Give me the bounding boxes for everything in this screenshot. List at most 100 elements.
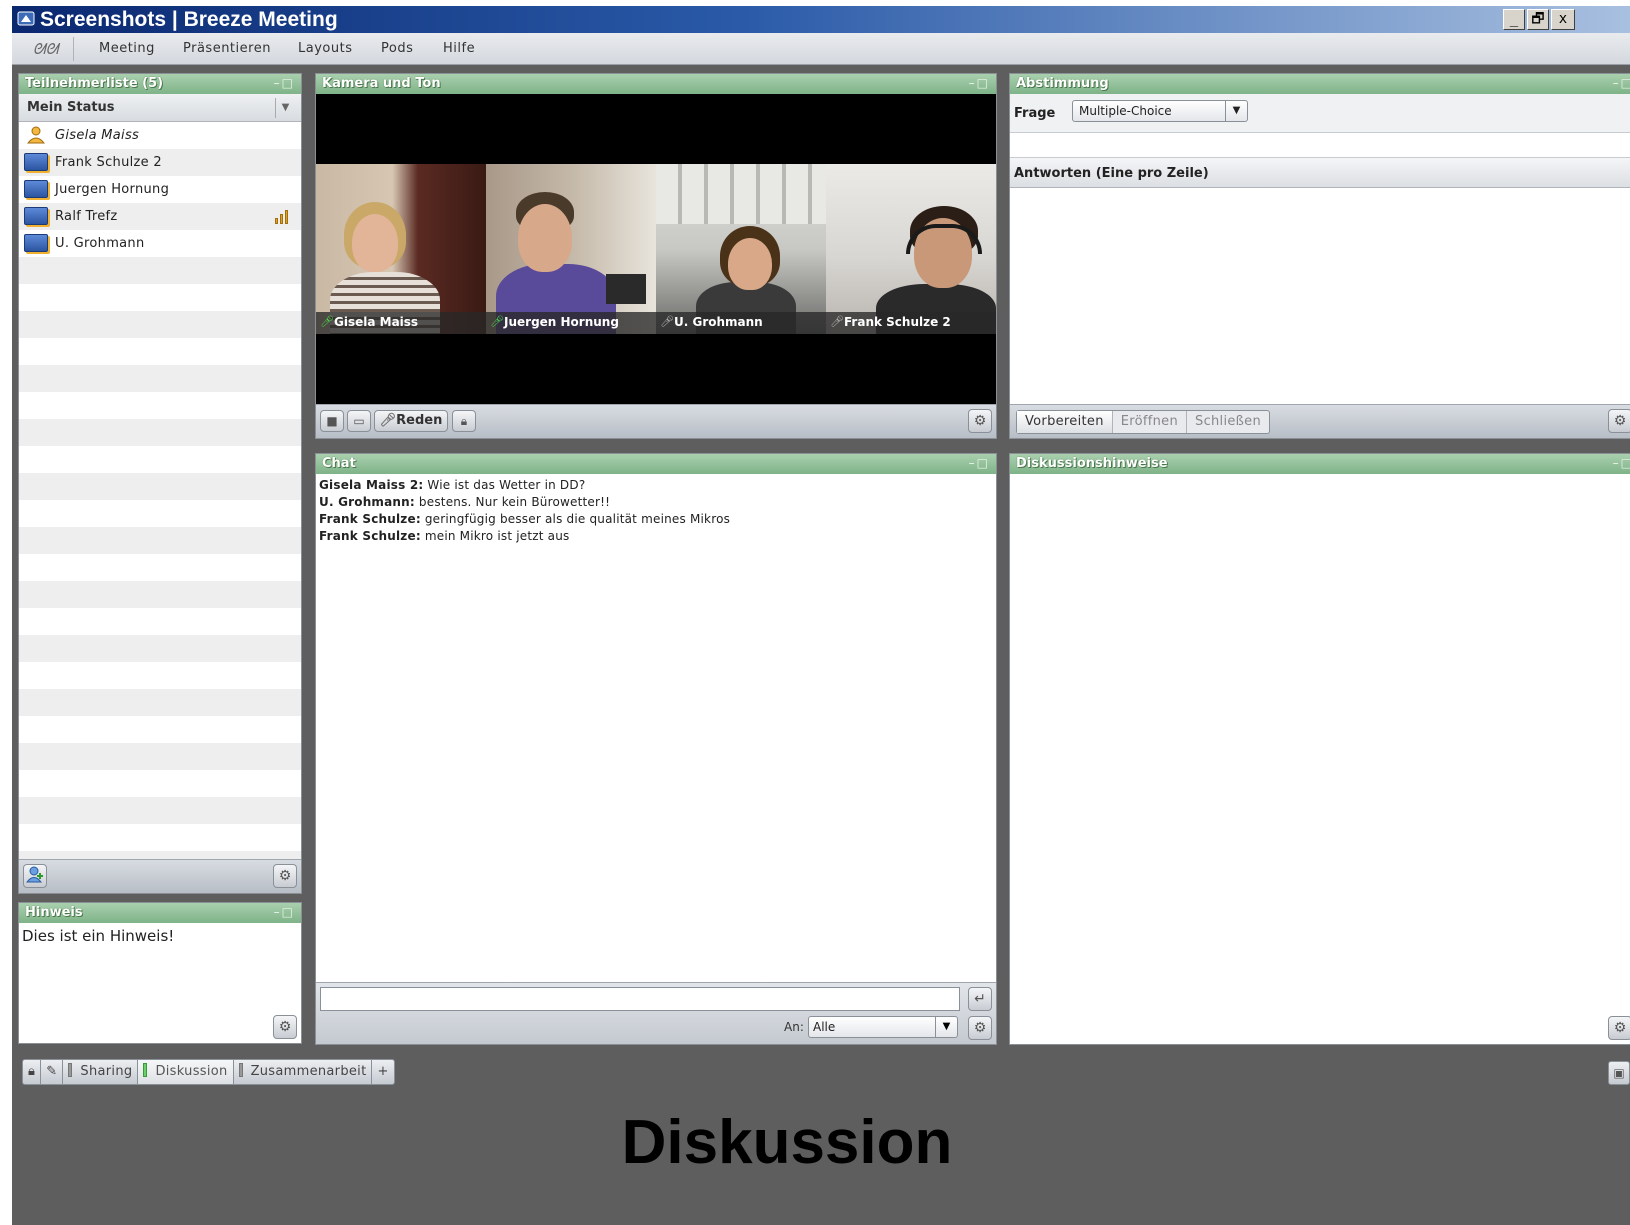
video-caption: 🎤︎ Frank Schulze 2 [826, 312, 996, 334]
menu-praesentieren[interactable]: Präsentieren [183, 41, 271, 56]
recipient-label: An: [784, 1020, 804, 1034]
video-name: Juergen Hornung [504, 315, 619, 329]
gear-icon[interactable]: ⚙ [1608, 1016, 1630, 1040]
pod-window-controls[interactable]: –□ [969, 76, 990, 90]
send-icon[interactable]: ↵ [968, 987, 992, 1011]
pod-title: Hinweis [25, 905, 83, 920]
tab-open[interactable]: Eröffnen [1113, 411, 1188, 433]
my-status-dropdown[interactable]: Mein Status ▼ [19, 94, 301, 122]
menu-pods[interactable]: Pods [381, 41, 413, 56]
question-input[interactable] [1010, 132, 1630, 158]
pod-window-controls[interactable]: –□ [1613, 456, 1630, 470]
lock-icon[interactable]: 🔒︎ [23, 1060, 42, 1084]
tab-diskussion[interactable]: Diskussion [138, 1060, 234, 1084]
camera-icon[interactable]: ▭ [347, 410, 371, 432]
video-tile[interactable]: 🎤︎ Juergen Hornung [486, 164, 656, 334]
chat-input[interactable] [320, 987, 960, 1011]
menu-meeting[interactable]: Meeting [99, 41, 155, 56]
video-caption: 🎤︎ U. Grohmann [656, 312, 826, 334]
gear-icon[interactable]: ⚙ [273, 864, 297, 888]
chevron-down-icon[interactable]: ▼ [275, 98, 295, 118]
pod-title: Teilnehmerliste (5) [25, 76, 164, 91]
answers-header: Antworten (Eine pro Zeile) [1010, 158, 1630, 188]
pod-window-controls[interactable]: –□ [274, 76, 295, 90]
layout-tabs: 🔒︎ ✎ Sharing Diskussion Zusammenarbeit + [22, 1059, 395, 1085]
question-type-select[interactable]: Multiple-Choice ▼ [1072, 100, 1248, 122]
stop-icon[interactable]: ■ [320, 410, 344, 432]
close-button[interactable]: x [1551, 9, 1575, 30]
chat-message: Frank Schulze: geringfügig besser als di… [319, 512, 731, 526]
gear-icon[interactable]: ⚙ [968, 409, 992, 433]
chevron-down-icon[interactable]: ▼ [935, 1017, 957, 1037]
add-user-icon[interactable] [23, 864, 47, 888]
poll-question-row: Frage Multiple-Choice ▼ [1010, 94, 1630, 132]
recipient-select[interactable]: Alle ▼ [808, 1016, 958, 1038]
video-feed [826, 164, 996, 334]
microphone-icon: 🎤︎ [379, 413, 397, 428]
chevron-down-icon[interactable]: ▼ [1225, 101, 1247, 121]
pod-header: Diskussionshinweise –□ [1010, 454, 1630, 474]
pod-header: Chat –□ [316, 454, 996, 474]
restore-button[interactable]: 🗗 [1527, 9, 1549, 30]
microphone-muted-icon: 🎤︎ [660, 315, 674, 328]
caption: Diskussion [621, 1108, 953, 1177]
lock-icon[interactable]: 🔒︎ [452, 410, 476, 432]
gear-icon[interactable]: ⚙ [1608, 409, 1630, 433]
pod-window-controls[interactable]: –□ [274, 905, 295, 919]
signal-bars-icon [275, 208, 291, 224]
tab-zusammenarbeit[interactable]: Zusammenarbeit [234, 1060, 373, 1084]
pod-window-controls[interactable]: –□ [969, 456, 990, 470]
poll-pod: Abstimmung –□ Frage Multiple-Choice ▼ An… [1009, 73, 1630, 439]
speak-button[interactable]: 🎤︎Reden [374, 410, 448, 432]
breeze-app-icon [16, 10, 36, 29]
video-name: Gisela Maiss [334, 315, 419, 329]
participant-row[interactable]: U. Grohmann [19, 230, 301, 257]
video-tile[interactable]: 🎤︎ U. Grohmann [656, 164, 826, 334]
window-title: Screenshots | Breeze Meeting [40, 8, 338, 31]
chat-message: U. Grohmann: bestens. Nur kein Bürowette… [319, 495, 611, 509]
chat-pod: Chat –□ Gisela Maiss 2: Wie ist das Wett… [315, 453, 997, 1045]
pod-window-controls[interactable]: –□ [1613, 76, 1630, 90]
screen-share-icon[interactable]: ▣ [1608, 1061, 1630, 1085]
participant-row[interactable]: Ralf Trefz [19, 203, 301, 230]
pod-title: Chat [322, 456, 356, 471]
participant-name: Juergen Hornung [55, 182, 170, 197]
recipient-value: Alle [813, 1020, 836, 1034]
video-tile[interactable]: 🎤︎ Frank Schulze 2 [826, 164, 996, 334]
pod-title: Diskussionshinweise [1016, 456, 1168, 471]
add-layout-button[interactable]: + [372, 1060, 393, 1084]
pod-title: Abstimmung [1016, 76, 1109, 91]
participant-row[interactable]: Juergen Hornung [19, 176, 301, 203]
menu-bar: ᘛᘛ Meeting Präsentieren Layouts Pods Hil… [12, 33, 1630, 65]
speak-label: Reden [396, 413, 443, 428]
note-pod: Hinweis –□ Dies ist ein Hinweis! ⚙ [18, 902, 302, 1044]
menu-hilfe[interactable]: Hilfe [443, 41, 475, 56]
participants-footer: ⚙ [19, 859, 301, 893]
participant-name: U. Grohmann [55, 236, 145, 251]
tab-sharing[interactable]: Sharing [63, 1060, 139, 1084]
question-label: Frage [1014, 106, 1056, 121]
layout-edit-icon[interactable]: ✎ [41, 1060, 64, 1084]
video-tile[interactable]: 🎤︎ Gisela Maiss [316, 164, 486, 334]
video-caption: 🎤︎ Juergen Hornung [486, 312, 656, 334]
microphone-muted-icon: 🎤︎ [830, 315, 844, 328]
participant-row[interactable]: Frank Schulze 2 [19, 149, 301, 176]
tab-prepare[interactable]: Vorbereiten [1017, 411, 1113, 433]
microphone-icon: 🎤︎ [320, 315, 334, 328]
minimize-button[interactable]: _ [1503, 9, 1525, 30]
microphone-icon: 🎤︎ [490, 315, 504, 328]
chat-message: Frank Schulze: mein Mikro ist jetzt aus [319, 529, 570, 543]
participant-row[interactable]: Gisela Maiss [19, 122, 301, 149]
participant-name: Gisela Maiss [55, 128, 140, 143]
tab-close[interactable]: Schließen [1187, 411, 1269, 433]
layout-bar: 🔒︎ ✎ Sharing Diskussion Zusammenarbeit +… [12, 1049, 1630, 1225]
gear-icon[interactable]: ⚙ [968, 1016, 992, 1040]
chat-compose: ↵ An: Alle ▼ ⚙ [316, 982, 996, 1044]
menu-layouts[interactable]: Layouts [298, 41, 352, 56]
video-feed [656, 164, 826, 334]
video-area: 🎤︎ Gisela Maiss 🎤︎ Juergen Hornung 🎤︎ U.… [316, 94, 996, 404]
gear-icon[interactable]: ⚙ [273, 1015, 297, 1039]
layout-indicator [68, 1063, 73, 1077]
pod-header: Hinweis –□ [19, 903, 301, 923]
host-icon [24, 126, 48, 144]
